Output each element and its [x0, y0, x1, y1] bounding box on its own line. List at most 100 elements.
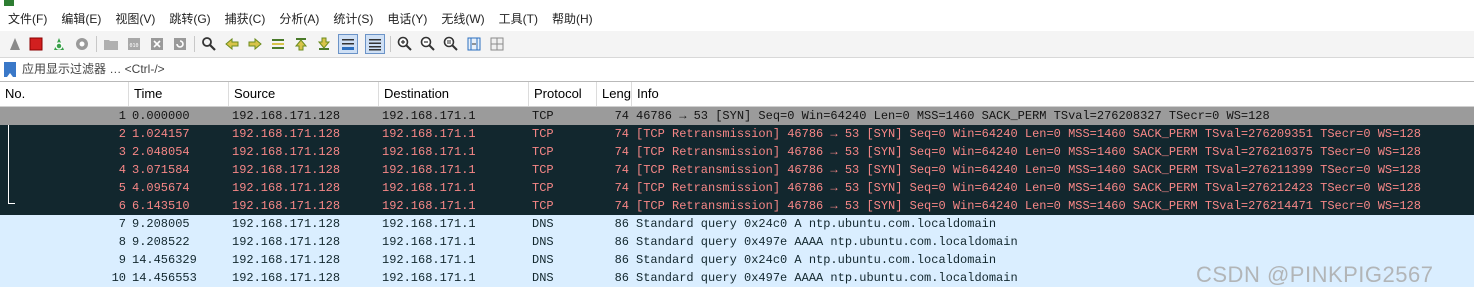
menu-wireless[interactable]: 无线(W)	[435, 8, 490, 30]
packet-row[interactable]: 4 3.071584 192.168.171.128 192.168.171.1 TCP…	[0, 161, 1474, 179]
cell-no: 10	[111, 271, 126, 285]
cell-protocol: TCP	[532, 181, 554, 195]
resize-columns-icon[interactable]	[465, 35, 483, 53]
go-forward-icon[interactable]	[246, 35, 264, 53]
column-header-source[interactable]: Source	[229, 82, 379, 106]
cell-time: 1.024157	[132, 127, 190, 141]
cell-no: 2	[118, 127, 126, 141]
go-first-packet-icon[interactable]	[292, 35, 310, 53]
cell-time: 0.000000	[132, 109, 190, 123]
cell-info: [TCP Retransmission] 46786 → 53 [SYN] Se…	[636, 181, 1421, 195]
cell-destination: 192.168.171.1	[382, 181, 476, 195]
cell-no: 6	[118, 199, 126, 213]
cell-no: 8	[118, 235, 126, 249]
column-header-protocol[interactable]: Protocol	[529, 82, 597, 106]
cell-length: 86	[614, 235, 629, 249]
zoom-in-icon[interactable]	[396, 35, 414, 53]
menu-go[interactable]: 跳转(G)	[163, 8, 216, 30]
svg-text:010: 010	[130, 43, 139, 49]
packet-row[interactable]: 2 1.024157 192.168.171.128 192.168.171.1 TCP…	[0, 125, 1474, 143]
menu-capture[interactable]: 捕获(C)	[219, 8, 272, 30]
autoscroll-icon[interactable]	[338, 34, 358, 54]
capture-options-icon[interactable]	[73, 35, 91, 53]
cell-time: 4.095674	[132, 181, 190, 195]
display-filter-bar	[0, 59, 1474, 82]
cell-time: 14.456329	[132, 253, 197, 267]
packet-row[interactable]: 5 4.095674 192.168.171.128 192.168.171.1 TCP…	[0, 179, 1474, 197]
colorize-icon[interactable]	[365, 34, 385, 54]
cell-info: 46786 → 53 [SYN] Seq=0 Win=64240 Len=0 M…	[636, 109, 1270, 123]
menu-file[interactable]: 文件(F)	[2, 8, 53, 30]
packet-row[interactable]: 7 9.208005 192.168.171.128 192.168.171.1 DNS…	[0, 215, 1474, 233]
go-last-packet-icon[interactable]	[315, 35, 333, 53]
filter-bookmark-icon[interactable]	[4, 62, 16, 77]
packet-list-header: No. Time Source Destination Protocol Len…	[0, 82, 1474, 107]
restart-capture-icon[interactable]	[50, 35, 68, 53]
column-header-length[interactable]: Leng	[597, 82, 632, 106]
cell-source: 192.168.171.128	[232, 217, 341, 231]
cell-no: 5	[118, 181, 126, 195]
cell-time: 6.143510	[132, 199, 190, 213]
toolbar-separator	[390, 36, 391, 52]
menu-tools[interactable]: 工具(T)	[493, 8, 544, 30]
menu-help[interactable]: 帮助(H)	[546, 8, 599, 30]
cell-protocol: DNS	[532, 217, 554, 231]
cell-no: 3	[118, 145, 126, 159]
cell-destination: 192.168.171.1	[382, 253, 476, 267]
cell-destination: 192.168.171.1	[382, 271, 476, 285]
cell-time: 14.456553	[132, 271, 197, 285]
cell-info: Standard query 0x497e AAAA ntp.ubuntu.co…	[636, 235, 1018, 249]
cell-length: 74	[614, 109, 629, 123]
packet-row[interactable]: 1 0.000000 192.168.171.128 192.168.171.1 TCP…	[0, 107, 1474, 125]
cell-length: 74	[614, 181, 629, 195]
cell-time: 3.071584	[132, 163, 190, 177]
menu-telephony[interactable]: 电话(Y)	[381, 8, 433, 30]
column-header-destination[interactable]: Destination	[379, 82, 529, 106]
toolbar-separator	[194, 36, 195, 52]
packet-row[interactable]: 3 2.048054 192.168.171.128 192.168.171.1 TCP…	[0, 143, 1474, 161]
cell-length: 86	[614, 217, 629, 231]
display-filter-input[interactable]	[20, 60, 1464, 78]
cell-time: 9.208005	[132, 217, 190, 231]
column-header-no[interactable]: No.	[0, 82, 129, 106]
packet-row[interactable]: 8 9.208522 192.168.171.128 192.168.171.1 DNS…	[0, 233, 1474, 251]
cell-info: [TCP Retransmission] 46786 → 53 [SYN] Se…	[636, 163, 1421, 177]
cell-info: [TCP Retransmission] 46786 → 53 [SYN] Se…	[636, 199, 1421, 213]
start-capture-icon[interactable]	[6, 35, 24, 53]
cell-length: 86	[614, 253, 629, 267]
go-to-packet-icon[interactable]	[269, 35, 287, 53]
cell-protocol: TCP	[532, 199, 554, 213]
cell-source: 192.168.171.128	[232, 127, 341, 141]
main-toolbar: 010	[0, 31, 1474, 58]
cell-no: 9	[118, 253, 126, 267]
cell-source: 192.168.171.128	[232, 109, 341, 123]
menu-analyze[interactable]: 分析(A)	[273, 8, 325, 30]
save-file-icon[interactable]: 010	[125, 35, 143, 53]
cell-destination: 192.168.171.1	[382, 199, 476, 213]
menu-edit[interactable]: 编辑(E)	[55, 8, 107, 30]
cell-info: [TCP Retransmission] 46786 → 53 [SYN] Se…	[636, 145, 1421, 159]
related-packets-bracket-end	[8, 203, 15, 204]
cell-protocol: TCP	[532, 109, 554, 123]
reload-file-icon[interactable]	[171, 35, 189, 53]
cell-source: 192.168.171.128	[232, 235, 341, 249]
go-back-icon[interactable]	[223, 35, 241, 53]
cell-source: 192.168.171.128	[232, 181, 341, 195]
column-header-info[interactable]: Info	[632, 82, 1474, 106]
zoom-normal-icon[interactable]	[442, 35, 460, 53]
cell-destination: 192.168.171.1	[382, 109, 476, 123]
toolbar-separator	[96, 36, 97, 52]
menu-view[interactable]: 视图(V)	[109, 8, 161, 30]
packet-row[interactable]: 6 6.143510 192.168.171.128 192.168.171.1 TCP…	[0, 197, 1474, 215]
cell-protocol: TCP	[532, 145, 554, 159]
menu-statistics[interactable]: 统计(S)	[327, 8, 379, 30]
zoom-out-icon[interactable]	[419, 35, 437, 53]
stop-capture-icon[interactable]	[27, 35, 45, 53]
wireshark-app-icon	[4, 0, 14, 6]
cell-protocol: DNS	[532, 253, 554, 267]
column-header-time[interactable]: Time	[129, 82, 229, 106]
open-file-icon[interactable]	[102, 35, 120, 53]
close-file-icon[interactable]	[148, 35, 166, 53]
find-packet-icon[interactable]	[200, 35, 218, 53]
layout-panes-icon[interactable]	[488, 35, 506, 53]
